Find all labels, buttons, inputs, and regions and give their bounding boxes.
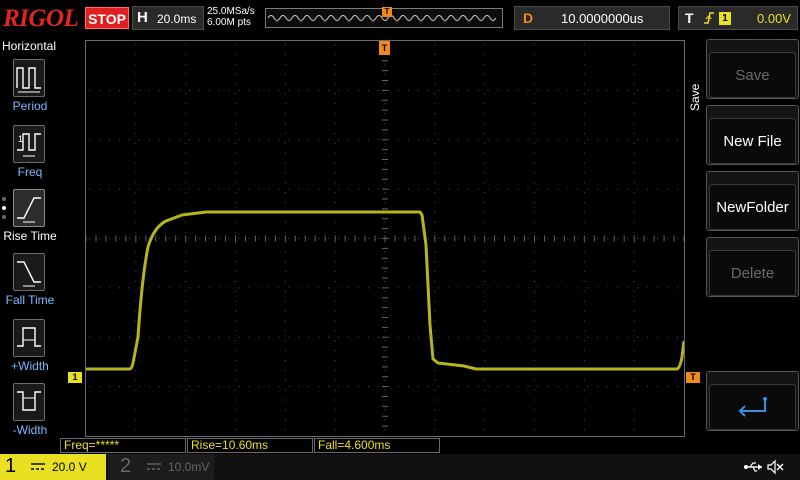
horizontal-scale-value: 20.0ms [157,12,197,26]
acquisition-info: 25.0MSa/s 6.00M pts [207,6,263,30]
ch1-status[interactable]: 1 20.0 V [0,454,106,480]
top-status-bar: RIGOL STOP H 20.0ms 25.0MSa/s 6.00M pts … [0,0,800,37]
measure-fall-time-button[interactable]: Fall Time [0,253,60,317]
measure-period-button[interactable]: Period [0,59,60,123]
trigger-level-value: 0.00V [757,11,791,26]
delete-button-label: Delete [709,250,796,296]
ch1-offset-marker[interactable]: 1 [68,372,82,383]
speaker-mute-icon[interactable] [766,459,784,475]
period-label: Period [12,99,48,113]
horizontal-scale-box[interactable]: H 20.0ms [132,6,204,30]
horizontal-delay-box[interactable]: D 10.0000000us [514,6,670,30]
menu-title: Save [688,83,702,111]
trigger-position-marker: T [382,7,392,17]
memory-depth: 6.00M pts [207,17,251,28]
fall-time-icon [13,253,45,291]
negative-width-label: -Width [12,423,48,437]
ch2-status[interactable]: 2 10.0mV [108,454,214,480]
return-button[interactable] [706,371,799,431]
dc-coupling-icon [147,463,161,470]
menu-title: Horizontal [2,39,57,53]
rise-time-measurement: Rise=10.60ms [187,438,313,453]
trigger-source-badge: 1 [719,12,731,25]
horizontal-label: H [137,9,148,26]
freq-label: Freq [17,165,43,179]
channel-status-bar: 1 20.0 V 2 10.0mV [0,454,800,480]
horizontal-measure-menu: Horizontal Period 1 Freq Rise Time Fall … [0,37,60,453]
positive-width-label: +Width [11,359,49,373]
save-button-label: Save [709,52,796,98]
fall-time-measurement: Fall=4.600ms [314,438,440,453]
delay-value: 10.0000000us [561,11,644,26]
usb-icon [744,462,762,472]
new-folder-button[interactable]: NewFolder [706,171,799,231]
memory-overview-strip: T [265,7,503,28]
new-file-button[interactable]: New File [706,105,799,165]
ch1-number: 1 [5,455,17,477]
run-stop-status[interactable]: STOP [85,7,129,29]
delete-button[interactable]: Delete [706,237,799,297]
freq-icon: 1 [13,125,45,163]
rigol-logo: RIGOL [3,5,79,32]
fall-time-label: Fall Time [5,293,55,307]
measure-freq-button[interactable]: 1 Freq [0,125,60,189]
ch1-vertical-scale: 20.0 V [52,460,87,474]
measure-negative-width-button[interactable]: -Width [0,383,60,447]
delay-label: D [523,10,534,26]
freq-measurement: Freq=***** [60,438,186,453]
new-file-button-label: New File [709,118,796,164]
rise-time-label: Rise Time [3,229,57,243]
measure-rise-time-button[interactable]: Rise Time [0,189,60,253]
rising-edge-icon [704,12,714,24]
period-icon [13,59,45,97]
measure-positive-width-button[interactable]: +Width [0,319,60,383]
waveform-display[interactable] [85,40,685,437]
new-folder-button-label: NewFolder [709,184,796,230]
trigger-label: T [685,10,694,26]
negative-width-icon [13,383,45,421]
ch1-waveform-trace [86,210,684,371]
ch2-number: 2 [120,455,132,477]
return-arrow-icon [709,384,796,430]
rise-time-icon [13,189,45,227]
svg-text:1: 1 [18,134,23,144]
save-button[interactable]: Save [706,39,799,99]
positive-width-icon [13,319,45,357]
trigger-box[interactable]: T 1 0.00V [678,6,798,30]
sample-rate: 25.0MSa/s [207,6,255,17]
system-indicators [700,454,800,480]
dc-coupling-icon [31,463,45,470]
ch2-vertical-scale: 10.0mV [168,460,210,474]
save-menu: Save Save New File NewFolder Delete [686,37,800,437]
trigger-position-top-marker[interactable]: T [379,41,390,55]
